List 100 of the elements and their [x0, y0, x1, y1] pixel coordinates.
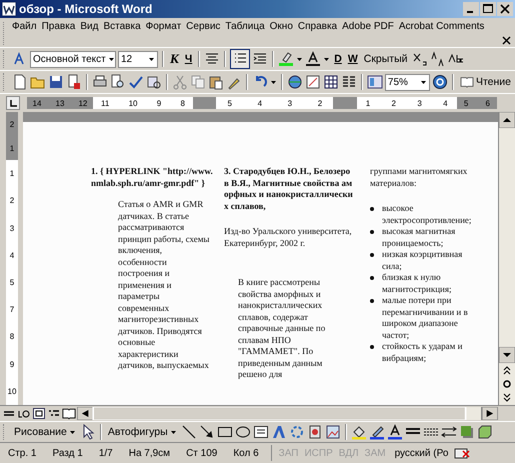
dropdown-caret-icon[interactable] [170, 430, 176, 434]
text-box-icon[interactable] [252, 424, 269, 440]
dropdown-caret-icon[interactable] [297, 58, 302, 60]
book-icon[interactable] [460, 76, 474, 88]
document-map-icon[interactable] [366, 74, 383, 90]
paste-icon[interactable] [208, 74, 224, 90]
close-icon[interactable] [502, 36, 511, 45]
ruler-number: 10 [8, 386, 16, 396]
status-field: На 7,9см [120, 448, 178, 458]
pen-icon[interactable] [368, 424, 385, 440]
document-w-icon[interactable] [2, 2, 16, 16]
menu-item[interactable]: Правка [42, 20, 76, 33]
ruler-number: 11 [101, 98, 110, 108]
paragraph: Изд-во Уральского университета, Екатеринбург, 2002 г. [224, 226, 353, 249]
picture-icon[interactable] [324, 424, 341, 440]
horizontal-scrollbar[interactable] [77, 407, 498, 420]
ruler-number: 3 [288, 98, 292, 108]
dropdown-caret-icon[interactable] [149, 58, 154, 60]
ruler-number: 4 [443, 98, 448, 108]
format-button[interactable]: D [332, 53, 344, 65]
status-field: Кол 6 [225, 448, 267, 458]
autoshapes-menu[interactable]: Автофигуры [106, 426, 179, 438]
dropdown-caret-icon[interactable] [420, 80, 426, 84]
rectangle-icon[interactable] [216, 424, 233, 440]
fill-bucket-icon[interactable] [350, 424, 367, 440]
zoom-dropdown[interactable]: 75% [384, 74, 430, 90]
new-document-icon[interactable] [12, 74, 28, 90]
reading-view-icon[interactable] [62, 407, 76, 420]
ruler-number: 3 [10, 224, 14, 233]
highlight-icon[interactable] [278, 51, 294, 67]
bullet-icon [370, 253, 374, 257]
ruler-number: 2 [10, 196, 14, 206]
tab-selector[interactable] [6, 96, 20, 110]
font-color-icon[interactable] [386, 424, 403, 440]
list-item: стойкость к ударам и вибрациям; [382, 341, 464, 364]
ruler-number: 4 [10, 250, 14, 260]
spelling-icon[interactable] [128, 74, 144, 90]
subscript-icon[interactable] [412, 51, 428, 67]
language-field: русский (Ро [388, 448, 454, 458]
paragraph: группами магнитомягких материалов: [370, 166, 468, 189]
menu-item[interactable]: Acrobat Comments [398, 20, 484, 33]
ruler-number: 2 [318, 98, 322, 108]
font-color-a-icon[interactable] [305, 51, 322, 67]
maximize-icon[interactable] [480, 2, 496, 16]
menu-item[interactable]: Формат [146, 20, 182, 33]
ruler-number: 5 [464, 98, 468, 108]
columns-icon[interactable] [340, 74, 357, 90]
reference-heading: 3. Стародубцев Ю.Н., Белозеров В.Я., Магнитные свойства аморфных и нанокристаллических сплавов, [224, 166, 354, 212]
ruler-number: 12 [78, 98, 88, 108]
menu-item[interactable]: Adobe PDF [342, 20, 394, 33]
font-size-dropdown[interactable]: 12 [118, 50, 158, 68]
ruler-number: 5 [228, 98, 232, 108]
print-preview-icon[interactable] [110, 74, 126, 90]
dropdown-caret-icon[interactable] [108, 58, 114, 60]
menu-item[interactable]: Вид [80, 20, 98, 33]
dropdown-caret-icon[interactable] [70, 430, 75, 434]
scroll-down-icon[interactable] [499, 347, 515, 363]
ruler-number: 8 [180, 98, 185, 108]
bullet-icon [370, 207, 374, 211]
3d-icon[interactable] [476, 424, 493, 440]
left-tab-icon [10, 100, 16, 106]
ruler-number: 5 [10, 278, 14, 287]
bullet-icon [370, 276, 374, 280]
ruler-number: 9 [156, 98, 162, 108]
menu-item[interactable]: Таблица [225, 20, 265, 33]
line-icon[interactable] [180, 424, 197, 440]
bullet-icon [370, 299, 374, 303]
bullet-icon [370, 230, 374, 234]
drawing-menu[interactable]: Рисование [12, 426, 78, 438]
italic-button[interactable]: К [168, 51, 181, 67]
format-button[interactable]: Скрытый [362, 53, 410, 65]
close-icon[interactable] [497, 2, 513, 16]
dropdown-caret-icon[interactable] [270, 80, 276, 84]
scroll-up-icon[interactable] [499, 112, 515, 128]
menu-item[interactable]: Справка [298, 20, 338, 33]
ruler-number: 3 [417, 98, 422, 108]
menu-item[interactable]: Окно [270, 20, 293, 33]
oval-icon[interactable] [234, 424, 251, 440]
list-item: высокое электросопротивление; [382, 203, 472, 226]
minimize-icon[interactable] [463, 2, 479, 16]
style-dropdown[interactable]: Основной текст [30, 50, 116, 68]
underline-button[interactable]: Ч [182, 53, 194, 65]
save-icon[interactable] [48, 74, 64, 90]
arrow-icon[interactable] [198, 424, 215, 440]
vertical-scrollbar[interactable] [498, 112, 515, 405]
horizontal-ruler[interactable]: 14 13 12 11 10 9 8 5 4 3 2 1 2 3 4 5 6 [27, 97, 497, 109]
menu-item[interactable]: Сервис [186, 20, 220, 33]
ruler-number: 4 [258, 98, 262, 108]
format-button[interactable]: W [346, 53, 360, 65]
status-field: 1/7 [90, 448, 121, 458]
reading-button[interactable]: Чтение [458, 76, 513, 88]
menu-item[interactable]: Файл [12, 20, 37, 33]
list-item: низкая коэрцитивная сила; [382, 249, 464, 272]
dropdown-caret-icon[interactable] [324, 58, 330, 60]
arrow-style-icon[interactable] [440, 424, 457, 440]
print-layout-icon[interactable] [32, 407, 46, 420]
window-title: обзор - Microsoft Word [19, 2, 152, 16]
menu-item[interactable]: Вставка [103, 20, 141, 33]
paragraph: Статья о AMR и GMR датчиках. В статье рассматриваются принцип работы, схемы включения, особенности построения и применения и параметры современных магниторезистивных датчиков. Приводятся основные характеристики датчиков, выпускаемых [118, 199, 210, 372]
table-grid-icon[interactable] [322, 74, 339, 90]
